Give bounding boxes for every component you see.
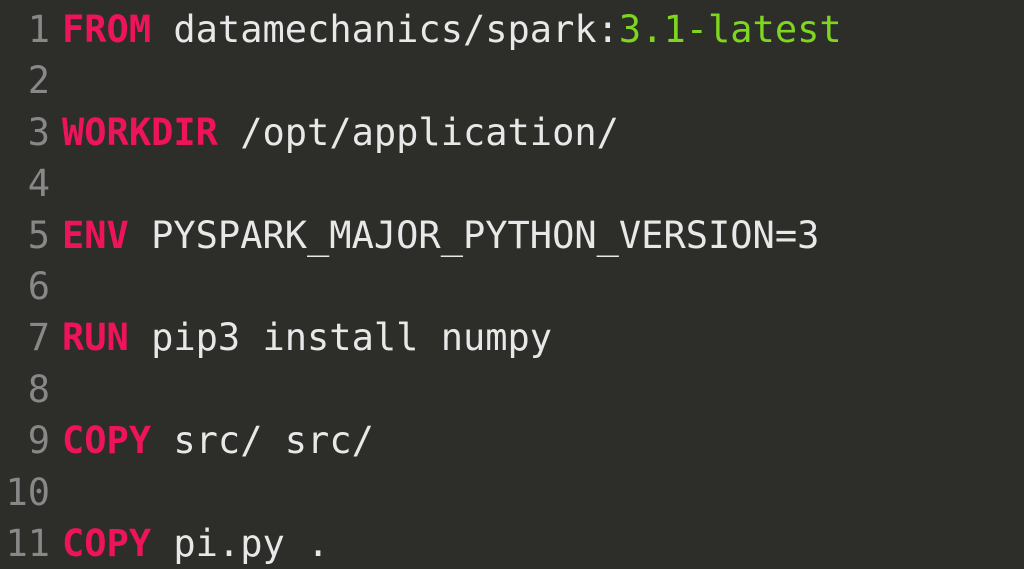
token-tag: 3.1-latest	[619, 8, 842, 51]
code-line: COPY src/ src/	[62, 415, 1024, 466]
token-keyword: FROM	[62, 8, 151, 51]
code-line: COPY pi.py .	[62, 518, 1024, 569]
line-number: 1	[0, 4, 50, 55]
token-keyword: ENV	[62, 214, 129, 257]
line-number: 10	[0, 467, 50, 518]
line-number: 6	[0, 261, 50, 312]
token-plain: pi.py .	[151, 522, 329, 565]
line-number-gutter: 1234567891011	[0, 4, 62, 569]
token-plain: datamechanics/spark:	[151, 8, 619, 51]
token-keyword: RUN	[62, 316, 129, 359]
code-content[interactable]: FROM datamechanics/spark:3.1-latest WORK…	[62, 4, 1024, 569]
line-number: 2	[0, 55, 50, 106]
token-keyword: WORKDIR	[62, 111, 218, 154]
code-line: WORKDIR /opt/application/	[62, 107, 1024, 158]
line-number: 11	[0, 518, 50, 569]
line-number: 7	[0, 312, 50, 363]
code-line: ENV PYSPARK_MAJOR_PYTHON_VERSION=3	[62, 210, 1024, 261]
token-plain: src/ src/	[151, 419, 374, 462]
token-keyword: COPY	[62, 522, 151, 565]
code-editor: 1234567891011 FROM datamechanics/spark:3…	[0, 4, 1024, 569]
line-number: 8	[0, 364, 50, 415]
token-plain: PYSPARK_MAJOR_PYTHON_VERSION=3	[129, 214, 820, 257]
line-number: 5	[0, 210, 50, 261]
code-line	[62, 364, 1024, 415]
token-keyword: COPY	[62, 419, 151, 462]
code-line	[62, 55, 1024, 106]
line-number: 9	[0, 415, 50, 466]
code-line	[62, 261, 1024, 312]
code-line	[62, 158, 1024, 209]
code-line	[62, 467, 1024, 518]
line-number: 4	[0, 158, 50, 209]
token-plain: /opt/application/	[218, 111, 619, 154]
line-number: 3	[0, 107, 50, 158]
code-line: RUN pip3 install numpy	[62, 312, 1024, 363]
code-line: FROM datamechanics/spark:3.1-latest	[62, 4, 1024, 55]
token-plain: pip3 install numpy	[129, 316, 552, 359]
